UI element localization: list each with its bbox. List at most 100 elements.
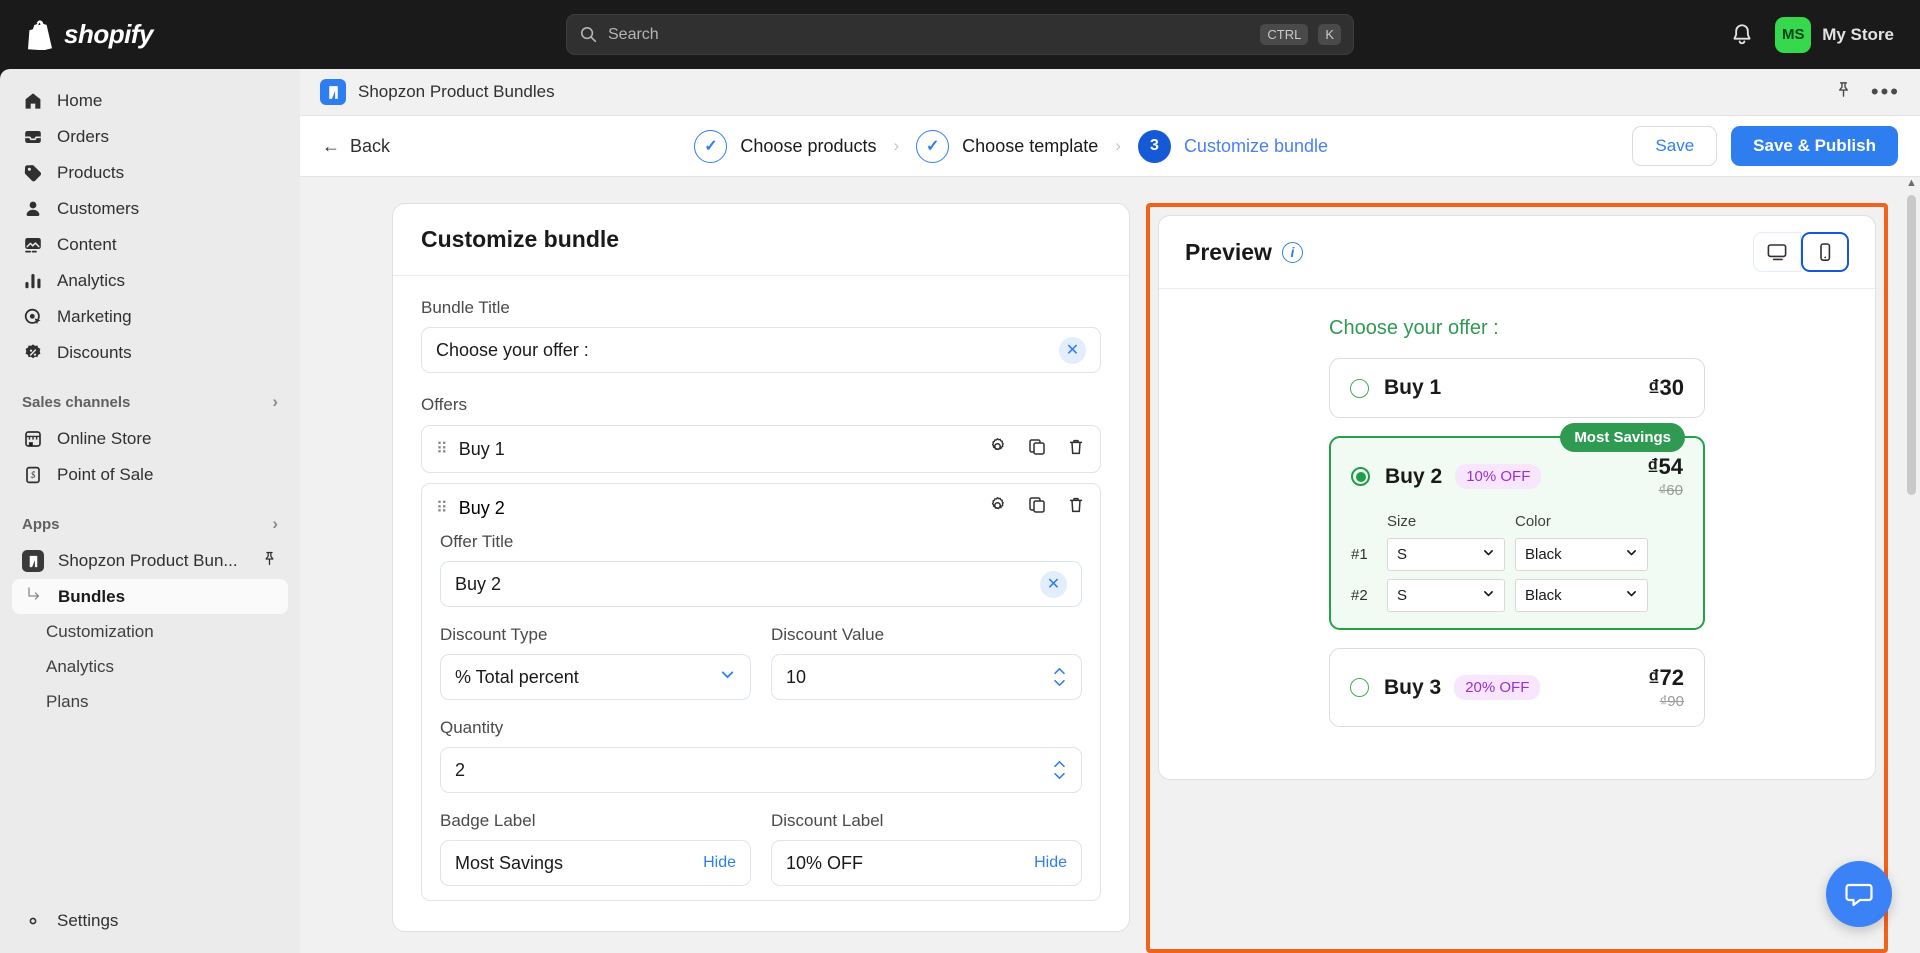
- delete-trash-icon[interactable]: [1066, 495, 1086, 521]
- sidebar-item-marketing[interactable]: Marketing: [12, 299, 288, 334]
- badge-hide-link[interactable]: Hide: [703, 854, 736, 872]
- marketing-target-icon: [22, 306, 43, 327]
- sidebar-item-content[interactable]: Content: [12, 227, 288, 262]
- info-icon[interactable]: i: [1281, 241, 1303, 263]
- wizard-steps: ✓ Choose products › ✓ Choose template › …: [694, 129, 1328, 163]
- sidebar-item-plans[interactable]: Plans: [12, 684, 288, 719]
- sidebar-item-settings[interactable]: Settings: [12, 903, 288, 938]
- save-and-publish-button[interactable]: Save & Publish: [1731, 126, 1898, 166]
- sidebar-item-online-store[interactable]: Online Store: [12, 421, 288, 456]
- sidebar-item-label: Content: [57, 234, 117, 254]
- sidebar-item-orders[interactable]: Orders: [12, 119, 288, 154]
- sidebar-item-analytics[interactable]: Analytics: [12, 263, 288, 298]
- sidebar-subitem-label: Analytics: [46, 656, 115, 676]
- desktop-icon[interactable]: [1753, 232, 1801, 272]
- badge-label-input[interactable]: Most Savings Hide: [440, 840, 751, 886]
- products-tag-icon: [22, 162, 43, 183]
- discounts-badge-icon: [22, 342, 43, 363]
- pin-icon[interactable]: [261, 550, 278, 572]
- sidebar-item-label: Products: [57, 162, 125, 182]
- shopify-logo[interactable]: shopify: [26, 19, 153, 50]
- preview-offer-buy-3[interactable]: Buy 3 20% OFF ₫72 ₫90: [1329, 648, 1705, 727]
- clear-icon[interactable]: ✕: [1040, 570, 1067, 598]
- sidebar-item-home[interactable]: Home: [12, 83, 288, 118]
- discount-hide-link[interactable]: Hide: [1034, 854, 1067, 872]
- storefront-icon: [22, 428, 43, 449]
- variant-index: #2: [1351, 587, 1368, 604]
- vertical-scrollbar[interactable]: ▲: [1906, 177, 1917, 953]
- mobile-icon[interactable]: [1801, 232, 1849, 272]
- search-kbd-k: K: [1318, 24, 1341, 45]
- sidebar-item-discounts[interactable]: Discounts: [12, 335, 288, 370]
- quantity-stepper[interactable]: 2: [440, 747, 1082, 793]
- preview-offer-price: ₫72: [1648, 665, 1684, 690]
- variant-color-select-2[interactable]: Black: [1515, 579, 1648, 612]
- variant-row-2: #2 S Black: [1351, 579, 1683, 612]
- store-account-chip[interactable]: MS My Store: [1775, 16, 1894, 53]
- drag-handle-icon[interactable]: ⠿: [436, 498, 448, 518]
- clear-icon[interactable]: ✕: [1059, 336, 1086, 364]
- wizard-step-choose-template[interactable]: ✓ Choose template: [916, 129, 1098, 163]
- variant-size-select-2[interactable]: S: [1387, 579, 1505, 612]
- search-placeholder: Search: [608, 25, 659, 43]
- chevron-right-icon: ›: [272, 392, 278, 411]
- discount-value: 10: [786, 666, 807, 687]
- back-label: Back: [350, 135, 391, 156]
- discount-label-input[interactable]: 10% OFF Hide: [771, 840, 1082, 886]
- back-button[interactable]: ← Back: [322, 136, 390, 157]
- shopzon-app-icon: [320, 79, 346, 105]
- wizard-step-customize-bundle[interactable]: 3 Customize bundle: [1137, 129, 1328, 163]
- quantity-value: 2: [455, 759, 466, 780]
- preview-offer-buy-1[interactable]: Buy 1 ₫30: [1329, 358, 1705, 418]
- pin-icon[interactable]: [1834, 80, 1853, 104]
- sidebar-item-customization[interactable]: Customization: [12, 614, 288, 649]
- variant-color-select-1[interactable]: Black: [1515, 538, 1648, 571]
- step-number: 3: [1137, 129, 1171, 163]
- notifications-bell-icon[interactable]: [1729, 22, 1755, 48]
- delete-trash-icon[interactable]: [1066, 437, 1086, 462]
- scrollbar-thumb[interactable]: [1907, 195, 1916, 495]
- chat-bubble-icon: [1845, 883, 1873, 907]
- duplicate-icon[interactable]: [1027, 495, 1047, 521]
- sidebar-section-apps[interactable]: Apps ›: [12, 505, 288, 543]
- radio-unselected-icon[interactable]: [1350, 678, 1369, 697]
- main-content: Shopzon Product Bundles ••• ← Back ✓ Cho…: [300, 69, 1920, 953]
- sidebar-item-app-analytics[interactable]: Analytics: [12, 649, 288, 684]
- shopify-admin-window: shopify Search CTRL K MS My Store Home O…: [0, 0, 1920, 953]
- discount-type-select[interactable]: % Total percent: [440, 654, 751, 700]
- preview-offer-old-price: ₫90: [1659, 693, 1684, 710]
- sidebar-item-bundles[interactable]: Bundles: [12, 579, 288, 614]
- scroll-up-arrow-icon[interactable]: ▲: [1906, 177, 1917, 189]
- wizard-step-choose-products[interactable]: ✓ Choose products: [694, 129, 877, 163]
- sidebar-item-label: Customers: [57, 198, 140, 218]
- save-button[interactable]: Save: [1632, 126, 1718, 166]
- sidebar-item-point-of-sale[interactable]: $ Point of Sale: [12, 457, 288, 492]
- bundle-title-input[interactable]: Choose your offer : ✕: [421, 327, 1101, 373]
- drag-handle-icon[interactable]: ⠿: [436, 439, 448, 459]
- discount-value-stepper[interactable]: [1052, 667, 1067, 687]
- preview-offer-buy-2[interactable]: Most Savings Buy 2 10% OFF ₫54 ₫60 Size …: [1329, 423, 1705, 630]
- settings-gear-icon[interactable]: [987, 495, 1008, 521]
- sidebar-item-products[interactable]: Products: [12, 155, 288, 190]
- duplicate-icon[interactable]: [1027, 437, 1047, 462]
- chevron-down-icon: [1625, 546, 1638, 563]
- radio-selected-icon[interactable]: [1351, 467, 1370, 486]
- radio-unselected-icon[interactable]: [1350, 378, 1369, 398]
- sidebar-item-customers[interactable]: Customers: [12, 191, 288, 226]
- more-options-icon[interactable]: •••: [1871, 81, 1900, 103]
- quantity-stepper-arrows[interactable]: [1052, 760, 1067, 780]
- offer-row-buy-1[interactable]: ⠿ Buy 1: [421, 425, 1101, 473]
- discount-value-input[interactable]: 10: [771, 654, 1082, 700]
- offer-title-input[interactable]: Buy 2 ✕: [440, 561, 1082, 607]
- sidebar-item-shopzon-app[interactable]: Shopzon Product Bun...: [12, 543, 288, 579]
- offer-row-buy-2: ⠿ Buy 2 Offer Title Buy 2 ✕ Discount Typ…: [421, 483, 1101, 901]
- sidebar-section-sales-channels[interactable]: Sales channels ›: [12, 383, 288, 421]
- global-search[interactable]: Search CTRL K: [566, 14, 1354, 55]
- settings-gear-icon[interactable]: [987, 436, 1008, 462]
- shopzon-app-icon: [22, 550, 44, 572]
- variant-size-select-1[interactable]: S: [1387, 538, 1505, 571]
- chat-support-button[interactable]: [1826, 861, 1892, 927]
- preview-column: Preview i Choose your offer: Buy 1 ₫30 …: [1130, 203, 1920, 953]
- pos-icon: $: [22, 464, 43, 485]
- shopify-bag-icon: [28, 19, 52, 50]
